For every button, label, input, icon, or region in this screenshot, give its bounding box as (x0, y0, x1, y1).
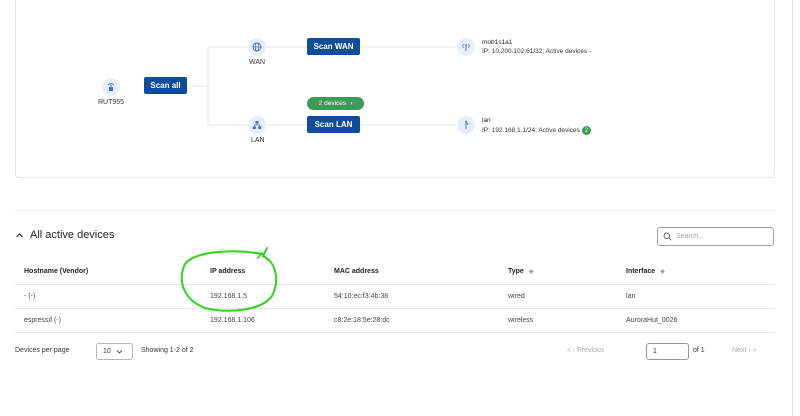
router-icon (102, 78, 120, 96)
per-page-value: 10 (103, 348, 111, 355)
chevron-right-icon: › (350, 100, 353, 107)
network-icon (248, 116, 266, 134)
page-total: of 1 (693, 347, 705, 354)
next-button[interactable]: Next › » (732, 347, 757, 354)
globe-icon (248, 38, 266, 56)
cell-hostname: espressif (-) (15, 308, 201, 333)
per-page-label: Devices per page (15, 347, 70, 354)
column-header-ip: IP address (201, 260, 325, 285)
search-icon (663, 232, 672, 241)
cell-mac: 54:10:ec:f3:4b:38 (325, 284, 499, 309)
lan-devices-pill-label: 2 devices (318, 100, 347, 107)
devices-table: Hostname (Vendor) IP address MAC address… (15, 260, 775, 333)
sort-icon[interactable]: ◆ (529, 269, 534, 275)
lan-label: LAN (251, 137, 265, 144)
topology-card: RUT955 Scan all WAN Scan WAN 2 devices ›… (15, 0, 775, 178)
column-header-interface[interactable]: Interface ◆ (617, 260, 775, 285)
per-page-select[interactable]: 10 (96, 343, 133, 360)
column-header-hostname: Hostname (Vendor) (15, 260, 201, 285)
wan-iface-name: mob1s1a1 (482, 39, 513, 46)
lan-devices-pill[interactable]: 2 devices › (307, 97, 364, 110)
cell-ip: 192.168.1.5 (201, 284, 325, 309)
lan-iface-name: lan (482, 117, 491, 124)
ethernet-icon (457, 116, 475, 134)
lan-iface-ip-line: IP: 192.168.1.1/24; Active devices 2 (482, 126, 591, 135)
topology-lines (190, 46, 456, 126)
cell-ip: 192.168.1.106 (201, 308, 325, 333)
section-divider (15, 210, 775, 211)
pagination: Devices per page 10 Showing 1-2 of 2 « ‹… (15, 342, 780, 362)
scan-lan-button[interactable]: Scan LAN (307, 116, 360, 133)
table-row: espressif (-) 192.168.1.106 c8:2e:18:5e:… (15, 308, 775, 333)
sort-icon[interactable]: ◆ (660, 269, 665, 275)
column-header-type[interactable]: Type ◆ (499, 260, 617, 285)
devices-section-title: All active devices (30, 229, 115, 241)
search-input[interactable] (676, 233, 766, 240)
scan-all-button[interactable]: Scan all (144, 77, 187, 94)
wan-label: WAN (249, 59, 266, 66)
search-box[interactable] (657, 227, 774, 246)
table-row: - (-) 192.168.1.5 54:10:ec:f3:4b:38 wire… (15, 284, 775, 309)
antenna-icon (457, 38, 475, 56)
previous-button[interactable]: « ‹ Previous (567, 347, 604, 354)
active-count-badge: 2 (581, 126, 591, 135)
table-header-row: Hostname (Vendor) IP address MAC address… (15, 260, 775, 285)
cell-interface: AuroraHut_0026 (617, 308, 775, 333)
router-label: RUT955 (98, 99, 125, 106)
chevron-down-icon (116, 350, 123, 354)
double-chevron-right-icon: » (752, 347, 757, 354)
scrollbar-track[interactable] (792, 0, 793, 416)
cell-hostname: - (-) (15, 284, 201, 309)
cell-interface: lan (617, 284, 775, 309)
devices-section-header[interactable]: All active devices (15, 229, 114, 241)
double-chevron-left-icon: « (567, 347, 571, 354)
wan-iface-ip: IP: 10.200.102.61/32; Active devices - (482, 48, 592, 55)
scan-wan-button[interactable]: Scan WAN (307, 38, 360, 55)
cell-type: wireless (499, 308, 617, 333)
column-header-mac: MAC address (325, 260, 499, 285)
cell-mac: c8:2e:18:5e:28:dc (325, 308, 499, 333)
lan-iface-ip: IP: 192.168.1.1/24; Active devices (482, 127, 580, 135)
showing-text: Showing 1-2 of 2 (141, 347, 194, 354)
page-number-input[interactable] (646, 343, 689, 360)
chevron-up-icon[interactable] (15, 231, 24, 240)
cell-type: wired (499, 284, 617, 309)
